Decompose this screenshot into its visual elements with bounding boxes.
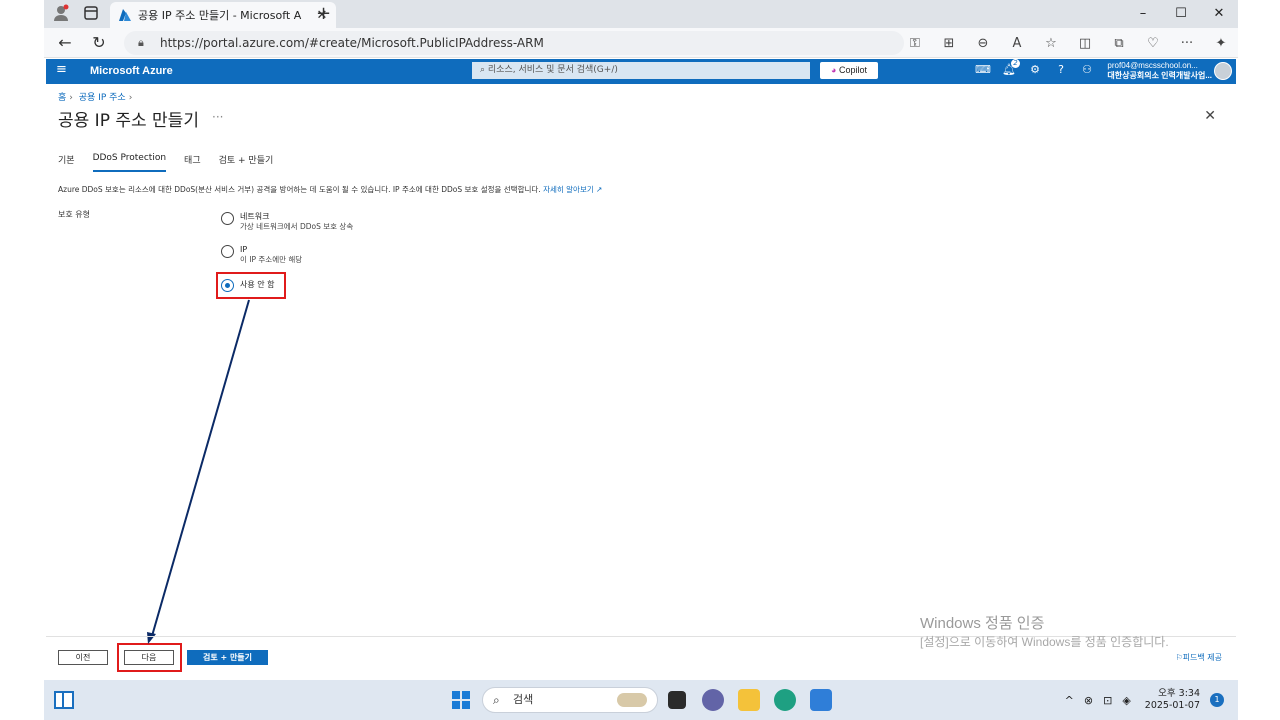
feedback-icon: ⚐: [1175, 653, 1183, 662]
clock[interactable]: 오후 3:34 2025-01-07: [1145, 688, 1200, 712]
feedback-link[interactable]: ⚐피드백 제공: [1175, 652, 1222, 663]
activation-watermark-text: [설정]으로 이동하여 Windows를 정품 인증합니다.: [920, 635, 1169, 649]
teams-icon[interactable]: [702, 689, 724, 711]
start-button[interactable]: [452, 691, 470, 709]
annotation-arrow: [147, 299, 250, 644]
taskbar-search-icon: ⌕: [493, 693, 500, 707]
feedback-label: 피드백 제공: [1182, 653, 1222, 662]
app-tray-icon[interactable]: ⊗: [1084, 694, 1093, 707]
show-hidden-icons-icon[interactable]: ^: [1065, 694, 1074, 707]
volume-icon[interactable]: ◈: [1122, 694, 1130, 707]
activation-watermark-title: Windows 정품 인증: [920, 615, 1045, 632]
network-icon[interactable]: ⊡: [1103, 694, 1112, 707]
task-view-icon[interactable]: [668, 691, 686, 709]
next-button[interactable]: 다음: [124, 650, 174, 665]
system-tray: ^ ⊗ ⊡ ◈ 오후 3:34 2025-01-07 1: [1055, 680, 1224, 720]
clock-date: 2025-01-07: [1144, 700, 1200, 711]
review-create-button[interactable]: 검토 + 만들기: [187, 650, 268, 665]
browser-window: 공용 IP 주소 만들기 - Microsoft A ✕ + – ☐ ✕ ← ↻…: [44, 0, 1238, 720]
notification-center-badge[interactable]: 1: [1210, 693, 1224, 707]
search-highlight-image: [617, 693, 647, 707]
previous-button[interactable]: 이전: [58, 650, 108, 665]
taskbar-search-label: 검색: [513, 693, 534, 706]
clock-time: 오후 3:34: [1158, 688, 1200, 699]
taskbar-search[interactable]: ⌕ 검색: [482, 687, 658, 713]
edge-browser-icon[interactable]: [774, 689, 796, 711]
store-icon[interactable]: [810, 689, 832, 711]
file-explorer-icon[interactable]: [738, 689, 760, 711]
windows-taskbar: ⌕ 검색 ^ ⊗ ⊡ ◈ 오후 3:34 2025-01-07 1: [44, 680, 1238, 720]
widgets-icon[interactable]: [54, 691, 74, 709]
